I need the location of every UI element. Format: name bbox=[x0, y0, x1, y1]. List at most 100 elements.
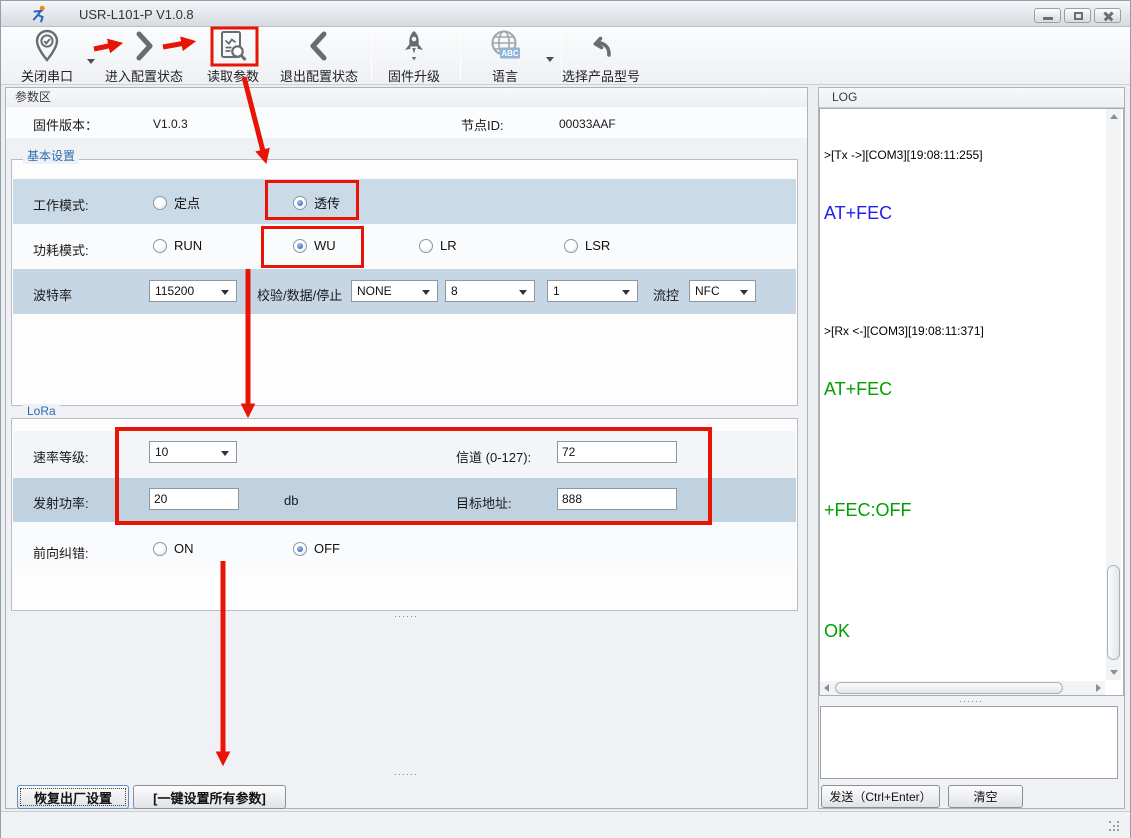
tx-power-row bbox=[13, 478, 796, 522]
clear-button[interactable]: 清空 bbox=[948, 785, 1023, 808]
splitter-handle[interactable]: ······ bbox=[371, 769, 441, 779]
basic-settings-legend: 基本设置 bbox=[23, 147, 79, 164]
globe-abc-icon: ABC bbox=[488, 29, 522, 65]
splitter-handle[interactable]: ······ bbox=[371, 611, 441, 621]
radio-icon bbox=[153, 196, 167, 210]
fec-label: 前向纠错: bbox=[33, 543, 89, 562]
rate-row bbox=[13, 431, 796, 478]
toolbar-item-label: 退出配置状态 bbox=[280, 66, 358, 85]
maximize-icon bbox=[1074, 12, 1083, 20]
radio-icon-selected bbox=[293, 239, 307, 253]
work-mode-row bbox=[13, 179, 796, 224]
tx-power-unit: db bbox=[284, 493, 298, 508]
flow-control-select[interactable]: NFC bbox=[689, 280, 756, 302]
radio-icon bbox=[153, 542, 167, 556]
parity-value: NONE bbox=[357, 284, 392, 298]
scroll-right-button[interactable] bbox=[1091, 681, 1105, 695]
read-params-icon bbox=[207, 29, 259, 65]
language-dropdown-icon[interactable] bbox=[546, 57, 554, 62]
window-title: USR-L101-P V1.0.8 bbox=[79, 7, 194, 22]
baud-rate-select[interactable]: 115200 bbox=[149, 280, 237, 302]
toolbar-read-params-button[interactable]: 读取参数 bbox=[207, 29, 259, 85]
abc-badge: ABC bbox=[501, 49, 519, 58]
node-id-value: 00033AAF bbox=[559, 117, 616, 131]
firmware-version-label: 固件版本： bbox=[33, 115, 98, 134]
scroll-up-button[interactable] bbox=[1106, 109, 1121, 124]
radio-power-run[interactable]: RUN bbox=[153, 238, 202, 253]
scroll-left-button[interactable] bbox=[820, 681, 834, 695]
channel-input[interactable] bbox=[557, 441, 677, 463]
radio-fec-on[interactable]: ON bbox=[153, 541, 194, 556]
radio-power-lr[interactable]: LR bbox=[419, 238, 457, 253]
target-address-input[interactable] bbox=[557, 488, 677, 510]
fec-row bbox=[13, 522, 796, 569]
log-line: AT+FEC bbox=[824, 377, 1092, 402]
stop-bits-select[interactable]: 1 bbox=[547, 280, 638, 302]
toolbar-item-label: 读取参数 bbox=[207, 66, 259, 85]
toolbar-exit-config-button[interactable]: 退出配置状态 bbox=[280, 29, 358, 85]
chevron-left-icon bbox=[280, 29, 358, 65]
scroll-down-button[interactable] bbox=[1106, 665, 1121, 680]
parity-select[interactable]: NONE bbox=[351, 280, 438, 302]
toolbar-close-serial-button[interactable]: 关闭串口 bbox=[21, 29, 73, 85]
lora-legend: LoRa bbox=[23, 404, 60, 418]
minimize-button[interactable] bbox=[1034, 8, 1061, 23]
radio-icon bbox=[153, 239, 167, 253]
log-line: OK bbox=[824, 619, 1092, 644]
target-address-label: 目标地址: bbox=[456, 493, 512, 512]
channel-label: 信道 (0-127): bbox=[456, 447, 531, 466]
radio-power-lsr[interactable]: LSR bbox=[564, 238, 610, 253]
undo-arrow-icon bbox=[562, 29, 640, 65]
radio-icon-selected bbox=[293, 196, 307, 210]
minimize-icon bbox=[1043, 17, 1053, 20]
port-dropdown-icon[interactable] bbox=[87, 59, 95, 64]
resize-grip[interactable] bbox=[1108, 820, 1120, 832]
status-bar bbox=[1, 811, 1130, 838]
vertical-scroll-thumb[interactable] bbox=[1107, 565, 1120, 660]
radio-label: LSR bbox=[585, 238, 610, 253]
log-line: >[Tx ->][COM3][19:08:11:255] bbox=[824, 146, 1092, 165]
arrow-right-icon bbox=[1096, 684, 1101, 692]
toolbar-firmware-upgrade-button[interactable]: 固件升级 bbox=[388, 29, 440, 85]
data-bits-select[interactable]: 8 bbox=[445, 280, 535, 302]
power-mode-row bbox=[13, 224, 796, 269]
toolbar-item-label: 关闭串口 bbox=[21, 66, 73, 85]
toolbar-enter-config-button[interactable]: 进入配置状态 bbox=[105, 29, 183, 85]
toolbar-select-model-button[interactable]: 选择产品型号 bbox=[562, 29, 640, 85]
toolbar-separator bbox=[371, 32, 372, 80]
radio-icon bbox=[564, 239, 578, 253]
factory-reset-button[interactable]: 恢复出厂设置 bbox=[17, 785, 129, 809]
log-line: >[Rx <-][COM3][19:08:11:371] bbox=[824, 322, 1092, 341]
flow-control-label: 流控 bbox=[653, 285, 679, 304]
tx-power-label: 发射功率: bbox=[33, 493, 89, 512]
tx-power-input[interactable] bbox=[149, 488, 239, 510]
rocket-icon bbox=[388, 29, 440, 65]
power-mode-label: 功耗模式: bbox=[33, 240, 89, 259]
radio-work-mode-fixed[interactable]: 定点 bbox=[153, 193, 200, 212]
title-bar: USR-L101-P V1.0.8 bbox=[1, 1, 1130, 27]
radio-icon-selected bbox=[293, 542, 307, 556]
radio-label: 透传 bbox=[314, 193, 340, 212]
firmware-strip bbox=[6, 107, 807, 138]
send-button[interactable]: 发送（Ctrl+Enter） bbox=[821, 785, 940, 808]
radio-power-wu[interactable]: WU bbox=[293, 238, 336, 253]
chevron-down-icon bbox=[519, 290, 527, 295]
radio-fec-off[interactable]: OFF bbox=[293, 541, 340, 556]
send-input[interactable] bbox=[820, 706, 1118, 779]
close-button[interactable] bbox=[1094, 8, 1121, 23]
chevron-down-icon bbox=[622, 290, 630, 295]
app-window: USR-L101-P V1.0.8 关闭串口 进入配置状态 bbox=[0, 0, 1131, 838]
set-all-params-button[interactable]: [一键设置所有参数] bbox=[133, 785, 286, 809]
splitter-handle[interactable]: ······ bbox=[931, 696, 1011, 706]
radio-label: ON bbox=[174, 541, 194, 556]
rate-level-select[interactable]: 10 bbox=[149, 441, 237, 463]
toolbar-language-button[interactable]: ABC 语言 bbox=[488, 29, 522, 85]
horizontal-scroll-thumb[interactable] bbox=[835, 682, 1063, 694]
maximize-button[interactable] bbox=[1064, 8, 1091, 23]
toolbar-item-label: 进入配置状态 bbox=[105, 66, 183, 85]
firmware-version-value: V1.0.3 bbox=[153, 117, 188, 131]
rate-level-label: 速率等级: bbox=[33, 447, 89, 466]
radio-work-mode-transparent[interactable]: 透传 bbox=[293, 193, 340, 212]
arrow-left-icon bbox=[824, 684, 829, 692]
toolbar: 关闭串口 进入配置状态 读取参数 bbox=[1, 27, 1130, 85]
